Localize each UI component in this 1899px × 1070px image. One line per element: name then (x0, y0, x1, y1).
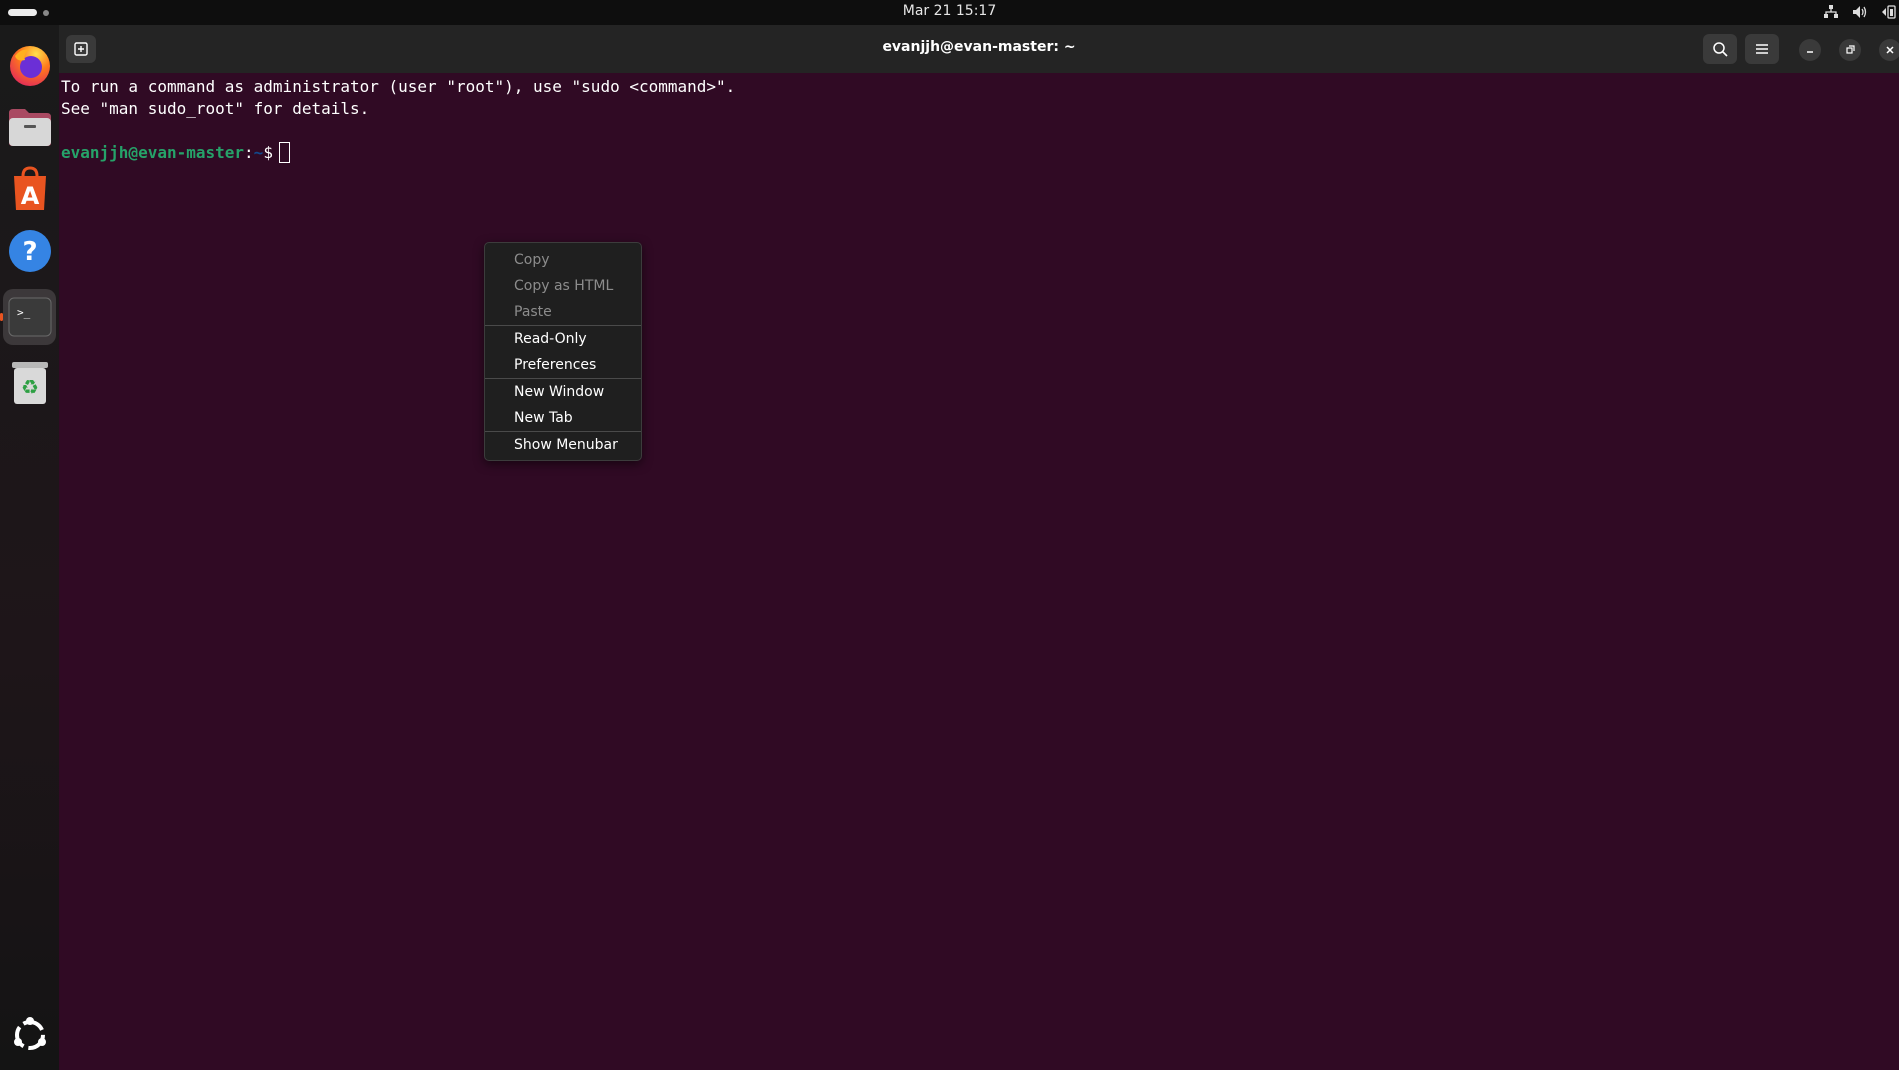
close-icon (1886, 46, 1894, 54)
svg-text:?: ? (22, 237, 37, 267)
clock[interactable]: Mar 21 15:17 (0, 3, 1899, 19)
menu-item-show-menubar[interactable]: Show Menubar (485, 432, 641, 458)
restore-icon (1846, 45, 1855, 54)
menu-item-new-window[interactable]: New Window (485, 379, 641, 405)
prompt-path: ~ (253, 143, 264, 162)
menu-item-read-only[interactable]: Read-Only (485, 326, 641, 352)
prompt-separator: : (244, 143, 254, 162)
dock-item-firefox[interactable] (3, 37, 56, 93)
dock: A ? >_ ♻ (0, 25, 59, 1070)
terminal-icon: >_ (8, 297, 51, 337)
dock-item-app-center[interactable]: A (3, 161, 56, 217)
menu-item-new-tab[interactable]: New Tab (485, 405, 641, 431)
menu-item-copy-as-html[interactable]: Copy as HTML (485, 273, 641, 299)
restore-button[interactable] (1839, 39, 1861, 61)
dock-item-help[interactable]: ? (3, 223, 56, 279)
search-icon (1713, 42, 1728, 57)
prompt-user-host: evanjjh@evan-master (61, 143, 245, 162)
trash-icon: ♻ (11, 362, 48, 404)
svg-text:>_: >_ (17, 306, 31, 319)
app-center-icon: A (13, 166, 46, 210)
prompt-symbol: $ (263, 143, 273, 162)
terminal-cursor (278, 142, 290, 163)
terminal-view[interactable]: To run a command as administrator (user … (59, 73, 1899, 1070)
minimize-button[interactable] (1799, 39, 1821, 61)
terminal-header-bar: evanjjh@evan-master: ~ (59, 25, 1899, 73)
svg-text:♻: ♻ (21, 375, 39, 399)
context-menu: Copy Copy as HTML Paste Read-Only Prefer… (484, 242, 642, 461)
svg-text:A: A (20, 182, 39, 210)
dock-item-trash[interactable]: ♻ (3, 355, 56, 411)
menu-button[interactable] (1745, 34, 1779, 64)
window-title: evanjjh@evan-master: ~ (882, 39, 1076, 55)
terminal-output-line: See "man sudo_root" for details. (61, 99, 370, 118)
battery-icon[interactable] (1880, 4, 1896, 20)
running-indicator (0, 313, 3, 321)
menu-item-preferences[interactable]: Preferences (485, 352, 641, 378)
help-icon: ? (8, 230, 51, 272)
dock-item-terminal[interactable]: >_ (3, 289, 56, 345)
close-button[interactable] (1879, 39, 1899, 61)
dock-item-files[interactable] (3, 99, 56, 155)
volume-icon[interactable] (1851, 4, 1867, 20)
network-icon[interactable] (1823, 4, 1839, 20)
terminal-prompt: evanjjh@evan-master:~$ (61, 142, 290, 164)
search-button[interactable] (1703, 34, 1737, 64)
terminal-output-line: To run a command as administrator (user … (61, 77, 736, 96)
menu-item-copy[interactable]: Copy (485, 247, 641, 273)
hamburger-menu-icon (1756, 44, 1768, 54)
top-bar: Mar 21 15:17 (0, 0, 1899, 25)
ubuntu-logo-icon (13, 1017, 46, 1050)
show-apps-button[interactable] (3, 1007, 56, 1063)
menu-item-paste[interactable]: Paste (485, 299, 641, 325)
minimize-icon (1807, 51, 1813, 53)
firefox-icon (9, 46, 50, 86)
files-icon (8, 109, 51, 146)
